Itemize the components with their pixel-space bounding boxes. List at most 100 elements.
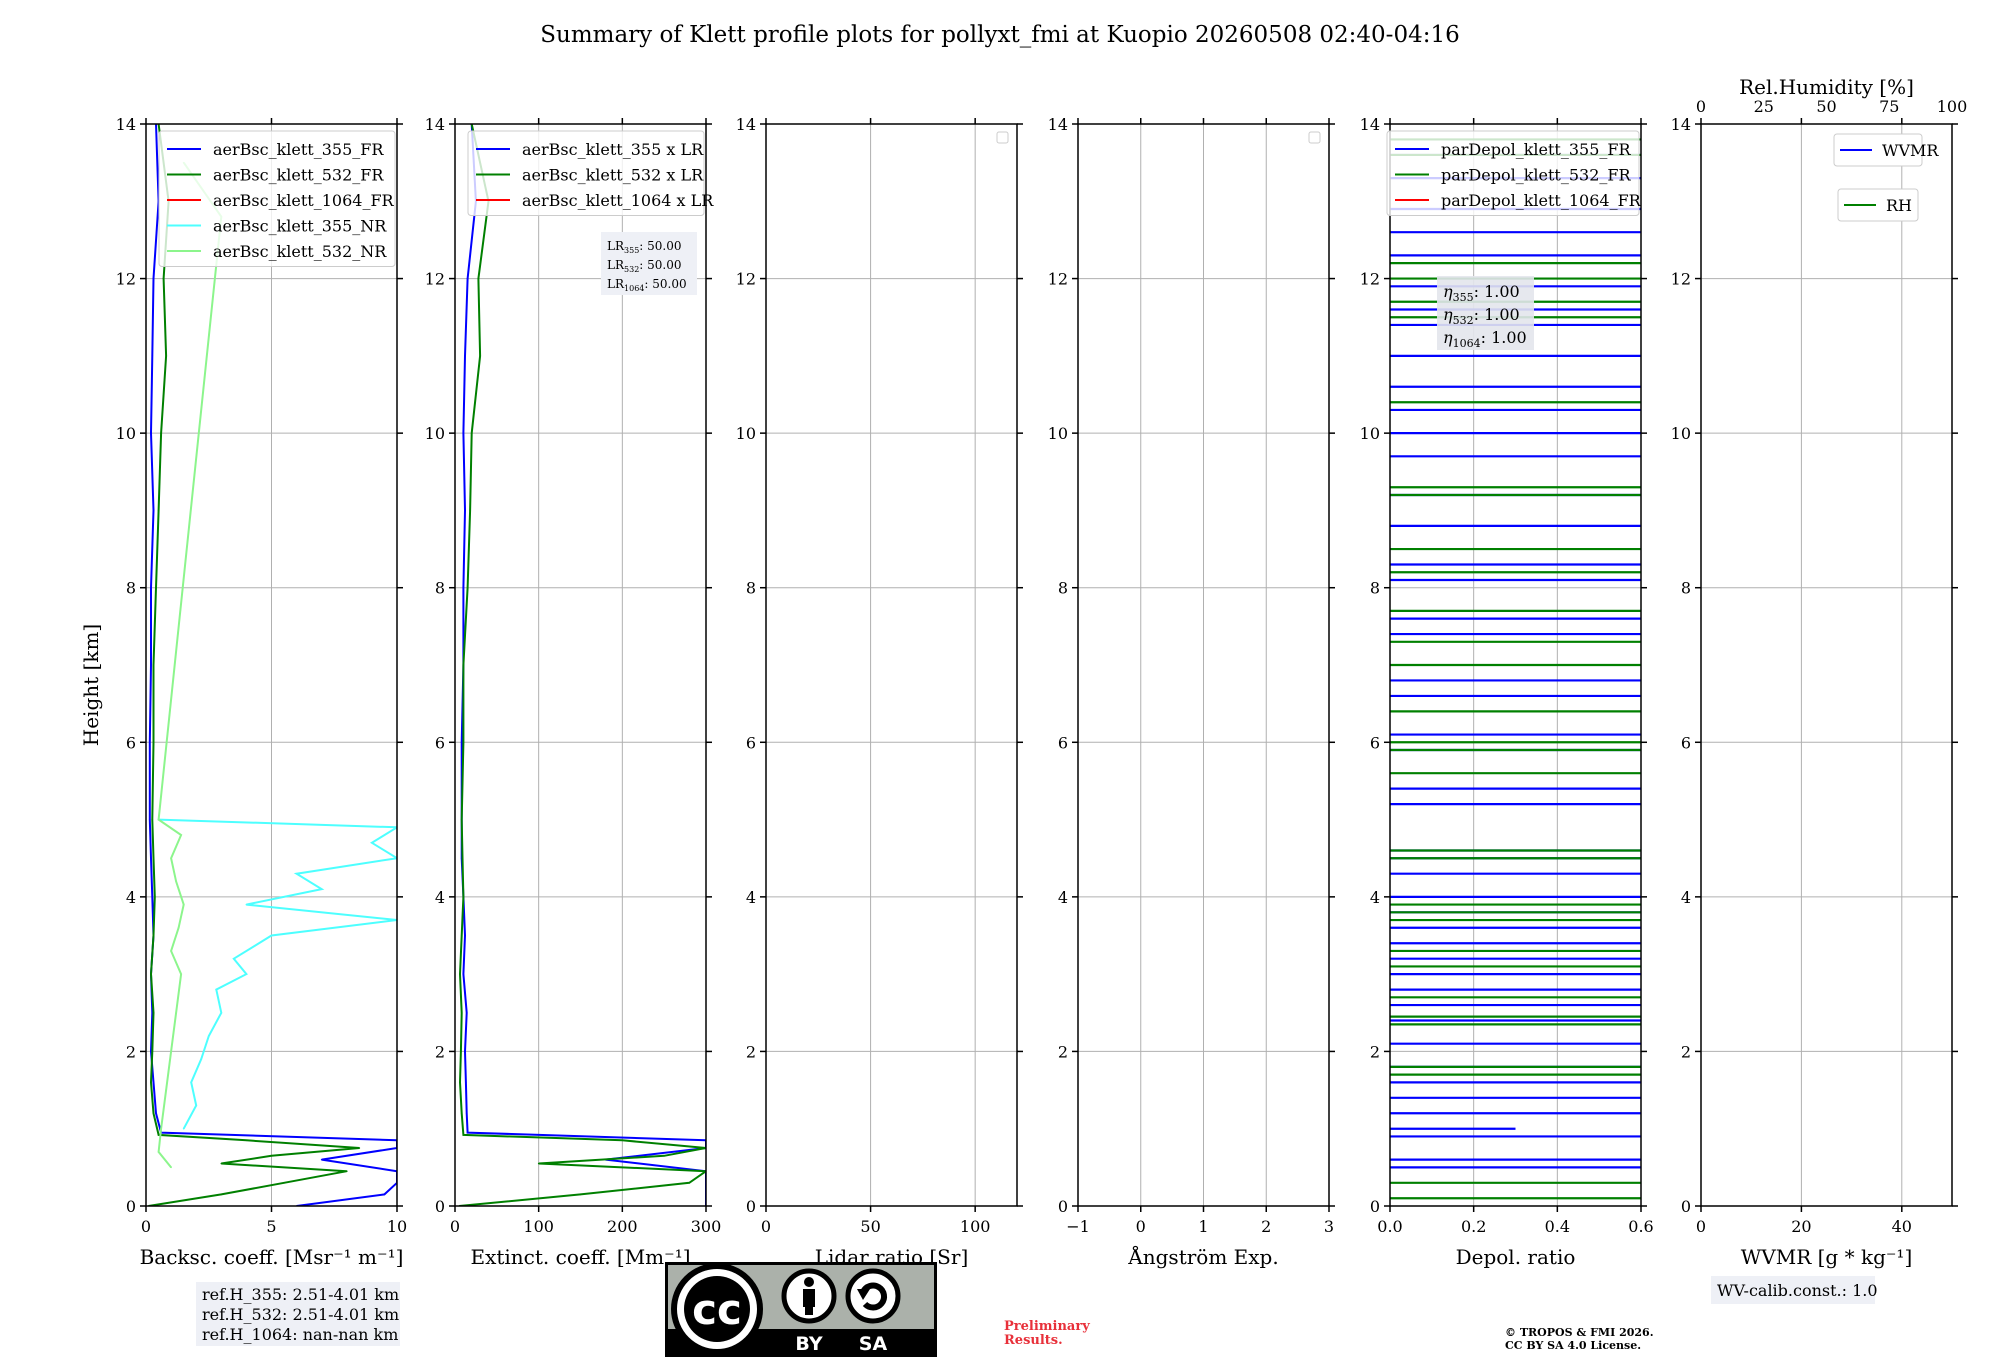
y-tick-label: 0: [746, 1197, 756, 1216]
y-tick-label: 0: [126, 1197, 136, 1216]
legend-label: parDepol_klett_532_FR: [1441, 166, 1632, 185]
top-x-tick-label: 25: [1754, 97, 1774, 116]
x-tick-label: 100: [523, 1217, 554, 1236]
y-tick-label: 14: [1671, 115, 1691, 134]
x-tick-label: 0.4: [1545, 1217, 1570, 1236]
series-aerbsc-klett-355-nr-point: [245, 973, 248, 975]
series-aerbsc-klett-355-fr-point: [383, 1193, 386, 1196]
eta-label: η: [1443, 305, 1453, 324]
cc-license-badge[interactable]: cc BY SA: [665, 1262, 937, 1357]
series-aerbsc-klett-532-fr-point: [152, 1112, 155, 1115]
y-tick-label: 12: [1048, 270, 1068, 289]
y-tick-label: 6: [126, 733, 136, 752]
y-tick-label: 6: [435, 733, 445, 752]
x-tick-label: 1: [1198, 1217, 1208, 1236]
x-tick-label: 0: [141, 1217, 151, 1236]
x-tick-label: 200: [607, 1217, 638, 1236]
series-aerbsc-klett-532-fr-point: [358, 1147, 361, 1149]
series-aerbsc-klett-355-fr-point: [152, 1081, 155, 1084]
legend-label: parDepol_klett_1064_FR: [1441, 191, 1642, 210]
series-aerbsc-klett-355-nr-point: [182, 1127, 185, 1130]
series-aerbsc-klett-355-x-lr-point: [462, 586, 465, 589]
lr-value: : 50.00: [639, 239, 681, 253]
eta-value: : 1.00: [1474, 282, 1520, 301]
series-aerbsc-klett-532-fr-point: [151, 1050, 154, 1053]
y-tick-label: 10: [1671, 424, 1691, 443]
eta-sub: 355: [1453, 291, 1474, 304]
series-aerbsc-klett-355-x-lr-point: [465, 1081, 467, 1084]
x-tick-label: 0.6: [1628, 1217, 1653, 1236]
y-tick-label: 14: [425, 115, 445, 134]
series-aerbsc-klett-532-x-lr-point: [479, 355, 481, 357]
series-aerbsc-klett-355-fr-point: [152, 509, 155, 512]
lr-value: : 50.00: [639, 258, 681, 272]
by-icon-body: [803, 1289, 815, 1307]
y-tick-label: 8: [1370, 579, 1380, 598]
top-x-tick-label: 75: [1879, 97, 1899, 116]
y-tick-label: 6: [746, 733, 756, 752]
lr-label: LR: [607, 277, 625, 291]
series-aerbsc-klett-355-x-lr-point: [465, 1011, 468, 1014]
x-tick-label: 0: [1696, 1217, 1706, 1236]
series-aerbsc-klett-355-fr-point: [150, 664, 152, 666]
top-x-axis-label: Rel.Humidity [%]: [1739, 75, 1914, 99]
wv-calib-note: WV-calib.const.: 1.0: [1717, 1281, 1878, 1300]
x-tick-label: 300: [691, 1217, 722, 1236]
y-tick-label: 0: [435, 1197, 445, 1216]
series-aerbsc-klett-532-x-lr-point: [579, 1193, 582, 1196]
top-x-tick-label: 100: [1937, 97, 1968, 116]
series-aerbsc-klett-355-x-lr-point: [466, 1131, 469, 1134]
x-tick-label: −1: [1066, 1217, 1090, 1236]
series-aerbsc-klett-532-fr-point: [162, 277, 165, 280]
y-tick-label: 10: [116, 424, 136, 443]
legend-label: RH: [1886, 196, 1912, 215]
lr-label: LR: [607, 239, 625, 253]
refh-note-line: ref.H_1064: nan-nan km: [202, 1325, 398, 1344]
eta-label: η: [1443, 328, 1453, 347]
x-tick-label: 100: [960, 1217, 991, 1236]
series-aerbsc-klett-355-nr-point: [270, 934, 273, 937]
lr-annotation-text: LR355: 50.00: [607, 239, 682, 255]
y-tick-label: 4: [126, 888, 136, 907]
x-tick-label: 5: [266, 1217, 276, 1236]
series-aerbsc-klett-532-fr-point: [152, 934, 155, 937]
figure-title: Summary of Klett profile plots for polly…: [540, 22, 1459, 48]
x-tick-label: 3: [1324, 1217, 1334, 1236]
series-aerbsc-klett-532-fr-point: [220, 1193, 223, 1196]
eta-value: : 1.00: [1474, 305, 1520, 324]
series-aerbsc-klett-532-x-lr-point: [460, 1112, 463, 1115]
y-tick-label: 0: [1370, 1197, 1380, 1216]
series-aerbsc-klett-532-x-lr-point: [477, 277, 480, 280]
series-aerbsc-klett-532-x-lr-point: [621, 1139, 624, 1142]
y-tick-label: 4: [746, 888, 756, 907]
y-tick-label: 8: [746, 579, 756, 598]
series-aerbsc-klett-532-x-lr-point: [688, 1182, 691, 1184]
series-aerbsc-klett-532-fr-point: [270, 1154, 273, 1157]
y-tick-label: 12: [116, 270, 136, 289]
series-aerbsc-klett-355-x-lr-point: [462, 973, 465, 975]
series-aerbsc-klett-532-x-lr-point: [462, 664, 465, 666]
y-tick-label: 2: [1681, 1042, 1691, 1061]
series-aerbsc-klett-355-fr-point: [152, 277, 155, 280]
y-tick-label: 12: [1360, 270, 1380, 289]
y-tick-label: 14: [116, 115, 136, 134]
x-tick-label: 0.2: [1461, 1217, 1486, 1236]
series-aerbsc-klett-532-x-lr-point: [466, 586, 469, 589]
y-tick-label: 2: [1058, 1042, 1068, 1061]
series-aerbsc-klett-532-x-lr-point: [460, 818, 463, 821]
series-aerbsc-klett-532-x-lr-point: [462, 741, 465, 744]
y-tick-label: 14: [736, 115, 756, 134]
lr-label: LR: [607, 258, 625, 272]
series-aerbsc-klett-355-x-lr-point: [460, 741, 463, 744]
y-tick-label: 4: [1681, 888, 1691, 907]
series-aerbsc-klett-532-nr-point: [175, 1011, 177, 1014]
preliminary-line-2: Results.: [1004, 1333, 1063, 1348]
series-aerbsc-klett-355-x-lr-point: [466, 277, 469, 280]
y-tick-label: 6: [1681, 733, 1691, 752]
legend-label: aerBsc_klett_1064_FR: [213, 191, 395, 210]
series-aerbsc-klett-532-nr-point: [160, 1127, 162, 1130]
series-aerbsc-klett-532-x-lr-point: [460, 934, 463, 937]
series-aerbsc-klett-532-fr-point: [153, 896, 156, 898]
series-aerbsc-klett-532-fr-point: [155, 586, 157, 589]
x-tick-label: 0.0: [1377, 1217, 1402, 1236]
